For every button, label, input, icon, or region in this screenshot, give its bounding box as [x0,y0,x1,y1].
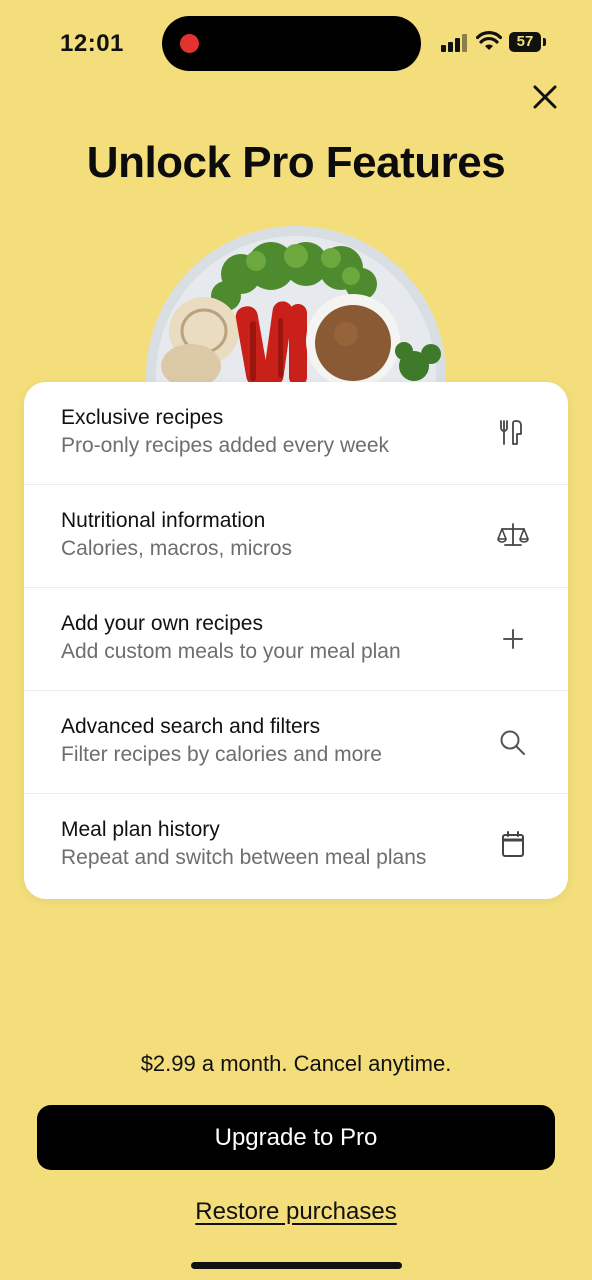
feature-subtitle: Filter recipes by calories and more [61,743,382,766]
price-text: $2.99 a month. Cancel anytime. [140,1051,452,1076]
home-indicator[interactable] [191,1262,402,1269]
page-title: Unlock Pro Features [86,138,506,187]
feature-title: Meal plan history [61,818,220,841]
wifi-icon [476,31,502,50]
battery-indicator: 57 [509,32,546,52]
restore-purchases-container: Restore purchases [0,1198,592,1226]
upgrade-to-pro-button[interactable]: Upgrade to Pro [37,1105,555,1170]
food-bowl-image [146,226,446,386]
dynamic-island [162,16,421,71]
cellular-signal-icon [441,34,471,52]
close-button[interactable] [528,80,562,114]
calendar-icon [502,831,524,857]
restore-purchases-link[interactable]: Restore purchases [195,1198,396,1225]
feature-row-advanced-search: Advanced search and filters Filter recip… [24,691,568,794]
feature-subtitle: Repeat and switch between meal plans [61,846,427,869]
feature-title: Exclusive recipes [61,406,224,429]
plus-icon [503,629,523,649]
recording-indicator-icon [180,34,199,53]
scale-icon [497,523,529,546]
feature-row-exclusive-recipes: Exclusive recipes Pro-only recipes added… [24,382,568,485]
search-icon [500,730,525,755]
feature-title: Advanced search and filters [61,715,321,738]
feature-row-add-own-recipes: Add your own recipes Add custom meals to… [24,588,568,691]
features-card: Exclusive recipes Pro-only recipes added… [24,382,568,899]
feature-title: Add your own recipes [61,612,263,635]
feature-row-meal-plan-history: Meal plan history Repeat and switch betw… [24,794,568,899]
status-time: 12:01 [60,30,124,57]
status-bar: 12:01 57 [0,0,592,90]
fork-knife-icon [500,420,522,445]
feature-title: Nutritional information [61,509,266,532]
feature-row-nutritional-information: Nutritional information Calories, macros… [24,485,568,588]
feature-subtitle: Add custom meals to your meal plan [61,640,401,663]
feature-subtitle: Pro-only recipes added every week [61,434,390,457]
feature-subtitle: Calories, macros, micros [61,537,293,560]
